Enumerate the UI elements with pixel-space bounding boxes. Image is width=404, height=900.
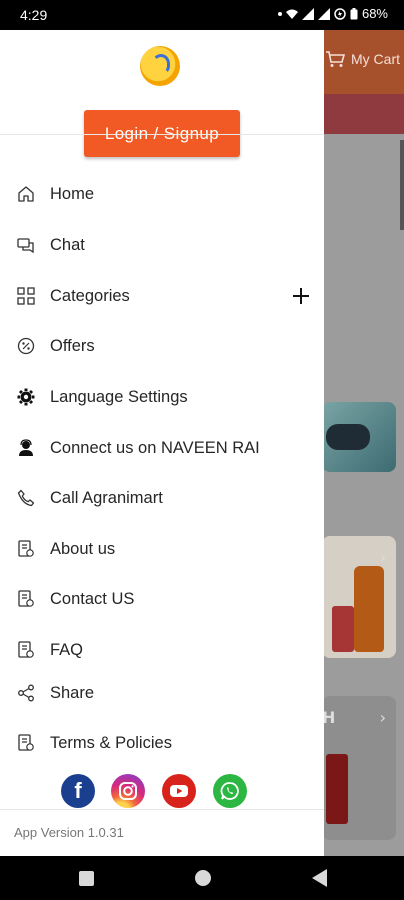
signal-icon bbox=[317, 7, 330, 20]
scrollbar[interactable] bbox=[400, 140, 404, 230]
notification-dot-icon bbox=[277, 11, 282, 16]
recents-button[interactable] bbox=[79, 871, 94, 886]
menu-item-label: Language Settings bbox=[50, 387, 188, 406]
facebook-icon[interactable]: f bbox=[61, 774, 95, 808]
cart-icon bbox=[326, 51, 345, 67]
menu-item-connect-agent[interactable]: Connect us on NAVEEN RAI bbox=[0, 428, 324, 468]
plus-icon[interactable] bbox=[292, 287, 310, 305]
menu-item-label: Share bbox=[50, 683, 95, 702]
product-card[interactable] bbox=[322, 402, 396, 472]
system-nav-bar bbox=[0, 856, 404, 900]
menu-item-label: FAQ bbox=[50, 640, 84, 659]
divider bbox=[0, 809, 324, 810]
percent-icon bbox=[16, 336, 36, 356]
menu-item-contact-us[interactable]: Contact US bbox=[0, 579, 324, 619]
cart-button[interactable]: My Cart bbox=[325, 50, 400, 68]
divider bbox=[0, 134, 324, 135]
menu-item-about-us[interactable]: About us bbox=[0, 529, 324, 569]
menu-item-language-settings[interactable]: Language Settings bbox=[0, 377, 324, 417]
navigation-drawer: Login / Signup Home Chat Categories Offe… bbox=[0, 30, 324, 856]
home-button[interactable] bbox=[195, 870, 211, 886]
card-heading-fragment: H bbox=[322, 708, 336, 727]
instagram-icon[interactable] bbox=[111, 774, 145, 808]
menu-item-faq[interactable]: FAQ bbox=[0, 630, 324, 670]
document-icon bbox=[16, 589, 36, 609]
menu-item-offers[interactable]: Offers bbox=[0, 326, 324, 366]
product-card[interactable]: H › bbox=[322, 696, 396, 840]
menu-item-call[interactable]: Call Agranimart bbox=[0, 478, 324, 518]
data-saver-icon bbox=[334, 7, 346, 20]
cart-label: My Cart bbox=[351, 51, 400, 67]
menu-item-label: Categories bbox=[50, 286, 130, 305]
menu-item-label: Call Agranimart bbox=[50, 488, 163, 507]
menu-item-label: About us bbox=[50, 539, 116, 558]
status-icons: 68% bbox=[277, 6, 388, 21]
menu-item-home[interactable]: Home bbox=[0, 174, 324, 214]
agent-icon bbox=[16, 438, 36, 458]
app-logo bbox=[140, 46, 180, 86]
chat-icon bbox=[16, 235, 36, 255]
youtube-icon[interactable] bbox=[162, 774, 196, 808]
product-image bbox=[332, 606, 354, 652]
app-version-label: App Version 1.0.31 bbox=[14, 825, 124, 840]
battery-icon bbox=[350, 7, 358, 19]
product-card[interactable]: › bbox=[322, 536, 396, 658]
menu-item-chat[interactable]: Chat bbox=[0, 225, 324, 265]
wifi-icon bbox=[285, 9, 298, 19]
signal-icon bbox=[301, 7, 314, 20]
product-image bbox=[354, 566, 384, 652]
menu-item-label: Terms & Policies bbox=[50, 733, 172, 752]
menu-item-share[interactable]: Share bbox=[0, 673, 324, 713]
menu-item-label: Chat bbox=[50, 235, 85, 254]
grid-icon bbox=[16, 286, 36, 306]
product-image bbox=[326, 424, 370, 450]
document-icon bbox=[16, 733, 36, 753]
phone-icon bbox=[16, 488, 36, 508]
chevron-right-icon: › bbox=[379, 548, 386, 567]
chevron-right-icon: › bbox=[379, 708, 386, 727]
menu-item-terms-policies[interactable]: Terms & Policies bbox=[0, 723, 324, 763]
document-icon bbox=[16, 539, 36, 559]
share-icon bbox=[16, 683, 36, 703]
back-button[interactable] bbox=[312, 869, 327, 887]
menu-item-categories[interactable]: Categories bbox=[0, 276, 324, 316]
battery-percent: 68% bbox=[361, 6, 388, 21]
menu-item-label: Contact US bbox=[50, 589, 135, 608]
menu-item-label: Home bbox=[50, 184, 95, 203]
whatsapp-icon[interactable] bbox=[213, 774, 247, 808]
menu-item-label: Offers bbox=[50, 336, 95, 355]
document-icon bbox=[16, 640, 36, 660]
status-bar: 4:29 68% bbox=[0, 0, 404, 30]
product-image bbox=[326, 754, 348, 824]
home-icon bbox=[16, 184, 36, 204]
gear-icon bbox=[16, 387, 36, 407]
menu-item-label: Connect us on NAVEEN RAI bbox=[50, 438, 260, 457]
status-time: 4:29 bbox=[20, 7, 48, 23]
